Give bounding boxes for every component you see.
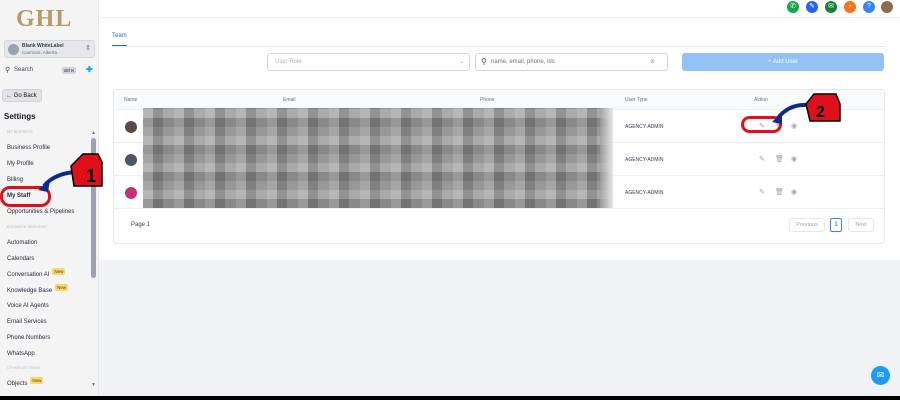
sidebar-item-email-services[interactable]: Email Services	[7, 319, 47, 325]
phone-icon[interactable]: ✆	[787, 1, 799, 13]
add-user-button[interactable]: + Add User	[682, 53, 884, 71]
edit-icon[interactable]: ✎	[759, 155, 765, 163]
account-switcher[interactable]: Blank WhiteLabel Canmore, Alberta ⇕	[4, 40, 95, 58]
scroll-up-icon[interactable]: ▲	[91, 130, 96, 136]
page-indicator: Page 1	[131, 222, 151, 228]
chevron-down-icon: ⌄	[458, 59, 464, 65]
new-badge: New	[55, 284, 69, 291]
avatar	[125, 187, 137, 199]
redacted-area	[143, 108, 613, 208]
column-header-user-type: User Type	[625, 97, 648, 103]
bottom-edge	[0, 396, 900, 400]
user-type-cell: AGENCY-ADMIN	[625, 124, 664, 130]
section-label-other-settings: OTHER SETTINGS	[7, 366, 41, 370]
account-icon	[8, 44, 19, 55]
delete-icon[interactable]: 🗑	[775, 155, 784, 163]
sidebar-item-label: Conversation AI	[7, 272, 50, 278]
new-badge: New	[52, 268, 66, 275]
user-avatar[interactable]	[881, 1, 893, 13]
sidebar-scrollbar[interactable]: ▲ ▼	[91, 130, 96, 392]
sidebar-item-opportunities[interactable]: Opportunities & Pipelines	[7, 209, 74, 215]
sidebar-item-billing[interactable]: Billing	[7, 177, 23, 183]
scroll-down-icon[interactable]: ▼	[91, 382, 96, 388]
search-icon: ⚲	[5, 67, 11, 74]
annotation-highlight-edit	[741, 116, 782, 133]
sidebar-item-phone-numbers[interactable]: Phone Numbers	[7, 335, 50, 341]
chevron-updown-icon: ⇕	[85, 45, 91, 52]
avatar	[125, 121, 137, 133]
edit-icon[interactable]: ✎	[759, 188, 765, 196]
sidebar-item-conversation-ai[interactable]: Conversation AINew	[7, 268, 66, 278]
page-number-button[interactable]: 1	[830, 218, 842, 232]
sidebar-search-label: Search	[14, 67, 34, 73]
quick-add-icon[interactable]: ✚	[86, 65, 93, 74]
redacted-area-edge	[600, 108, 613, 208]
notification-icon[interactable]: ♪	[844, 1, 856, 13]
staff-search-input[interactable]: ⚲ name, email, phone, ids ⊗	[475, 53, 668, 71]
sidebar-item-label: Knowledge Base	[7, 288, 53, 294]
megaphone-icon[interactable]: ✎	[806, 1, 818, 13]
settings-title: Settings	[4, 112, 36, 121]
clear-icon[interactable]: ⊗	[650, 58, 655, 65]
next-page-button[interactable]: Next	[848, 218, 874, 232]
user-role-placeholder: User Role	[275, 59, 302, 65]
column-header-action: Action	[754, 97, 768, 103]
scroll-thumb[interactable]	[91, 138, 96, 278]
view-icon[interactable]: ◉	[791, 155, 797, 163]
account-name: Blank WhiteLabel	[22, 43, 64, 49]
user-role-select[interactable]: User Role ⌄	[267, 53, 470, 71]
user-type-cell: AGENCY-ADMIN	[625, 190, 664, 196]
sidebar-item-whatsapp[interactable]: WhatsApp	[7, 351, 35, 357]
section-label-business-services: BUSINESS SERVICES	[7, 225, 47, 229]
sidebar-item-knowledge-base[interactable]: Knowledge BaseNew	[7, 284, 69, 294]
sidebar-item-label: Objects	[7, 381, 28, 387]
chat-widget-icon[interactable]: ✉	[871, 366, 890, 385]
sidebar-item-business-profile[interactable]: Business Profile	[7, 145, 50, 151]
go-back-button[interactable]: ← Go Back	[2, 89, 42, 102]
column-header-phone: Phone	[480, 97, 495, 103]
help-icon[interactable]: ?	[863, 1, 875, 13]
sidebar-item-objects[interactable]: ObjectsNew	[7, 377, 44, 387]
avatar	[125, 154, 137, 166]
tab-team[interactable]: Team	[112, 33, 127, 39]
user-type-cell: AGENCY-ADMIN	[625, 157, 664, 163]
annotation-highlight-my-staff	[0, 186, 51, 207]
sidebar-search[interactable]: ⚲ Search ctrl K	[4, 66, 80, 76]
search-icon: ⚲	[481, 57, 487, 66]
view-icon[interactable]: ◉	[791, 122, 797, 130]
sidebar-item-voice-ai[interactable]: Voice AI Agents	[7, 303, 49, 309]
account-location: Canmore, Alberta	[22, 50, 58, 55]
sidebar-item-my-profile[interactable]: My Profile	[7, 161, 34, 167]
tabs-divider	[112, 46, 885, 47]
previous-page-button[interactable]: Previous	[789, 218, 825, 232]
delete-icon[interactable]: 🗑	[775, 188, 784, 196]
view-icon[interactable]: ◉	[791, 188, 797, 196]
new-badge: New	[30, 377, 44, 384]
column-header-name: Name	[124, 97, 138, 103]
sidebar-item-automation[interactable]: Automation	[7, 240, 37, 246]
sidebar-item-calendars[interactable]: Calendars	[7, 256, 34, 262]
section-label-my-business: MY BUSINESS	[7, 130, 34, 134]
announcement-icon[interactable]: ✉	[825, 1, 837, 13]
column-header-email: Email	[283, 97, 296, 103]
search-shortcut: ctrl K	[62, 67, 77, 74]
table-header: Name Email Phone User Type Action	[114, 90, 884, 110]
brand-logo[interactable]: GHL	[16, 6, 72, 33]
staff-search-placeholder: name, email, phone, ids	[491, 59, 555, 65]
top-bar: ✆ ✎ ✉ ♪ ?	[99, 0, 900, 18]
